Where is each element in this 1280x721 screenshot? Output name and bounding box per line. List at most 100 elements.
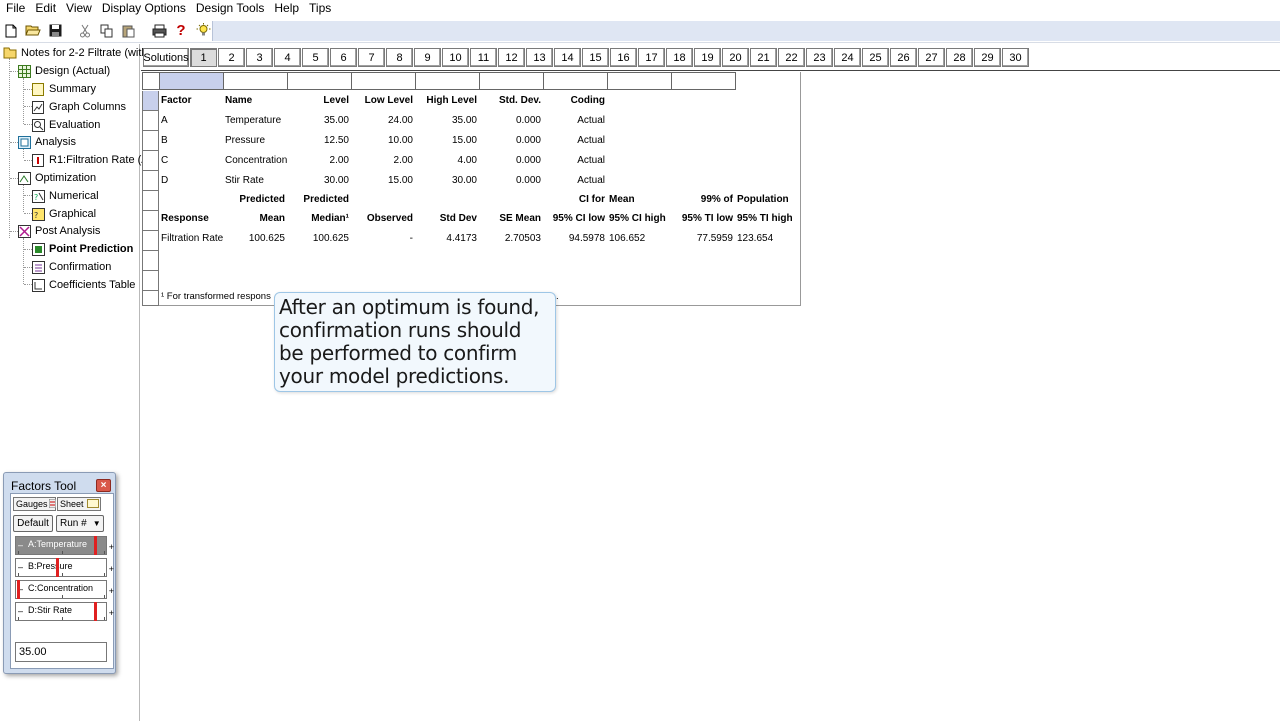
gauge-concentration[interactable]: – C:Concentration +: [15, 580, 114, 599]
factor-std-dev[interactable]: 0.000: [481, 112, 541, 130]
ti-high-value[interactable]: 123.654: [737, 230, 773, 248]
tab-sheet[interactable]: Sheet: [57, 497, 101, 511]
factor-id[interactable]: D: [161, 172, 168, 190]
factor-name[interactable]: Pressure: [225, 132, 265, 150]
solution-tab-29[interactable]: 29: [974, 48, 1001, 67]
tree-item-point-prediction[interactable]: Point Prediction: [31, 240, 133, 258]
row-header[interactable]: [142, 91, 159, 111]
close-icon[interactable]: ×: [96, 479, 111, 492]
factor-coding[interactable]: Actual: [545, 152, 605, 170]
factor-coding[interactable]: Actual: [545, 132, 605, 150]
tree-item-r1[interactable]: R1:Filtration Rate (A: [31, 151, 149, 169]
gauge-level-marker[interactable]: [94, 536, 97, 555]
observed-value[interactable]: -: [353, 230, 413, 248]
solution-tab-28[interactable]: 28: [946, 48, 973, 67]
grid-column-header[interactable]: [160, 72, 224, 90]
factor-high-level[interactable]: 4.00: [417, 152, 477, 170]
gauge-level-marker[interactable]: [17, 580, 20, 599]
row-header[interactable]: [142, 251, 159, 271]
grid-column-header[interactable]: [352, 72, 416, 90]
factor-low-level[interactable]: 2.00: [353, 152, 413, 170]
solution-tab-21[interactable]: 21: [750, 48, 777, 67]
tree-item-evaluation[interactable]: Evaluation: [31, 116, 100, 134]
grid-column-header[interactable]: [224, 72, 288, 90]
solution-tab-16[interactable]: 16: [610, 48, 637, 67]
factor-id[interactable]: A: [161, 112, 168, 130]
factor-name[interactable]: Temperature: [225, 112, 281, 130]
solution-tab-26[interactable]: 26: [890, 48, 917, 67]
gauge-temperature[interactable]: – A:Temperature +: [15, 536, 114, 555]
tree-item-design[interactable]: Design (Actual): [17, 62, 110, 80]
solution-tab-27[interactable]: 27: [918, 48, 945, 67]
factor-low-level[interactable]: 24.00: [353, 112, 413, 130]
solution-tab-23[interactable]: 23: [806, 48, 833, 67]
factor-high-level[interactable]: 30.00: [417, 172, 477, 190]
factor-low-level[interactable]: 10.00: [353, 132, 413, 150]
predicted-median-value[interactable]: 100.625: [289, 230, 349, 248]
row-header[interactable]: [142, 191, 159, 211]
solution-tab-14[interactable]: 14: [554, 48, 581, 67]
row-header[interactable]: [142, 111, 159, 131]
help-question-icon[interactable]: ?: [170, 21, 192, 41]
gauge-pressure[interactable]: – B:Pressure +: [15, 558, 114, 577]
factor-low-level[interactable]: 15.00: [353, 172, 413, 190]
lightbulb-icon[interactable]: [192, 21, 214, 41]
row-header[interactable]: [142, 171, 159, 191]
save-disk-icon[interactable]: [44, 21, 66, 41]
se-mean-value[interactable]: 2.70503: [481, 230, 541, 248]
solution-tab-2[interactable]: 2: [218, 48, 245, 67]
solution-tab-19[interactable]: 19: [694, 48, 721, 67]
ci-high-value[interactable]: 106.652: [609, 230, 645, 248]
menu-edit[interactable]: Edit: [30, 0, 61, 16]
solution-tab-25[interactable]: 25: [862, 48, 889, 67]
solution-tab-4[interactable]: 4: [274, 48, 301, 67]
factor-high-level[interactable]: 15.00: [417, 132, 477, 150]
tree-item-numerical[interactable]: ? Numerical: [31, 187, 99, 205]
row-header[interactable]: [142, 231, 159, 251]
factor-level[interactable]: 2.00: [289, 152, 349, 170]
print-icon[interactable]: [148, 21, 170, 41]
factor-high-level[interactable]: 35.00: [417, 112, 477, 130]
factor-coding[interactable]: Actual: [545, 112, 605, 130]
gauge-increment[interactable]: +: [109, 608, 114, 618]
solution-tab-24[interactable]: 24: [834, 48, 861, 67]
solution-tab-10[interactable]: 10: [442, 48, 469, 67]
tree-item-graph-columns[interactable]: Graph Columns: [31, 98, 126, 116]
gauge-level-marker[interactable]: [55, 558, 59, 577]
factor-id[interactable]: B: [161, 132, 168, 150]
factor-coding[interactable]: Actual: [545, 172, 605, 190]
menu-tips[interactable]: Tips: [304, 0, 336, 16]
paste-icon[interactable]: [118, 21, 140, 41]
factor-id[interactable]: C: [161, 152, 168, 170]
grid-column-header[interactable]: [288, 72, 352, 90]
solution-tab-13[interactable]: 13: [526, 48, 553, 67]
row-header[interactable]: [142, 131, 159, 151]
solution-tab-9[interactable]: 9: [414, 48, 441, 67]
menu-file[interactable]: File: [0, 0, 30, 16]
new-document-icon[interactable]: [0, 21, 22, 41]
factor-level[interactable]: 35.00: [289, 112, 349, 130]
menu-help[interactable]: Help: [269, 0, 304, 16]
solution-tab-18[interactable]: 18: [666, 48, 693, 67]
response-name[interactable]: Filtration Rate: [161, 230, 223, 248]
gauge-stir-rate[interactable]: – D:Stir Rate +: [15, 602, 114, 621]
std-dev-value[interactable]: 4.4173: [417, 230, 477, 248]
solution-tab-6[interactable]: 6: [330, 48, 357, 67]
solution-tab-17[interactable]: 17: [638, 48, 665, 67]
gauge-decrement[interactable]: –: [18, 562, 23, 572]
run-number-dropdown[interactable]: Run # ▼: [56, 515, 104, 532]
row-header[interactable]: [142, 211, 159, 231]
gauge-decrement[interactable]: –: [18, 606, 23, 616]
solution-tab-5[interactable]: 5: [302, 48, 329, 67]
solution-tab-30[interactable]: 30: [1002, 48, 1029, 67]
solution-tab-20[interactable]: 20: [722, 48, 749, 67]
factor-name[interactable]: Stir Rate: [225, 172, 264, 190]
gauge-increment[interactable]: +: [109, 586, 114, 596]
tree-item-summary[interactable]: Summary: [31, 80, 96, 98]
factor-level[interactable]: 12.50: [289, 132, 349, 150]
open-folder-icon[interactable]: [22, 21, 44, 41]
menu-design-tools[interactable]: Design Tools: [191, 0, 269, 16]
grid-column-header[interactable]: [672, 72, 736, 90]
solution-tab-7[interactable]: 7: [358, 48, 385, 67]
solution-tab-1[interactable]: 1: [190, 48, 217, 67]
